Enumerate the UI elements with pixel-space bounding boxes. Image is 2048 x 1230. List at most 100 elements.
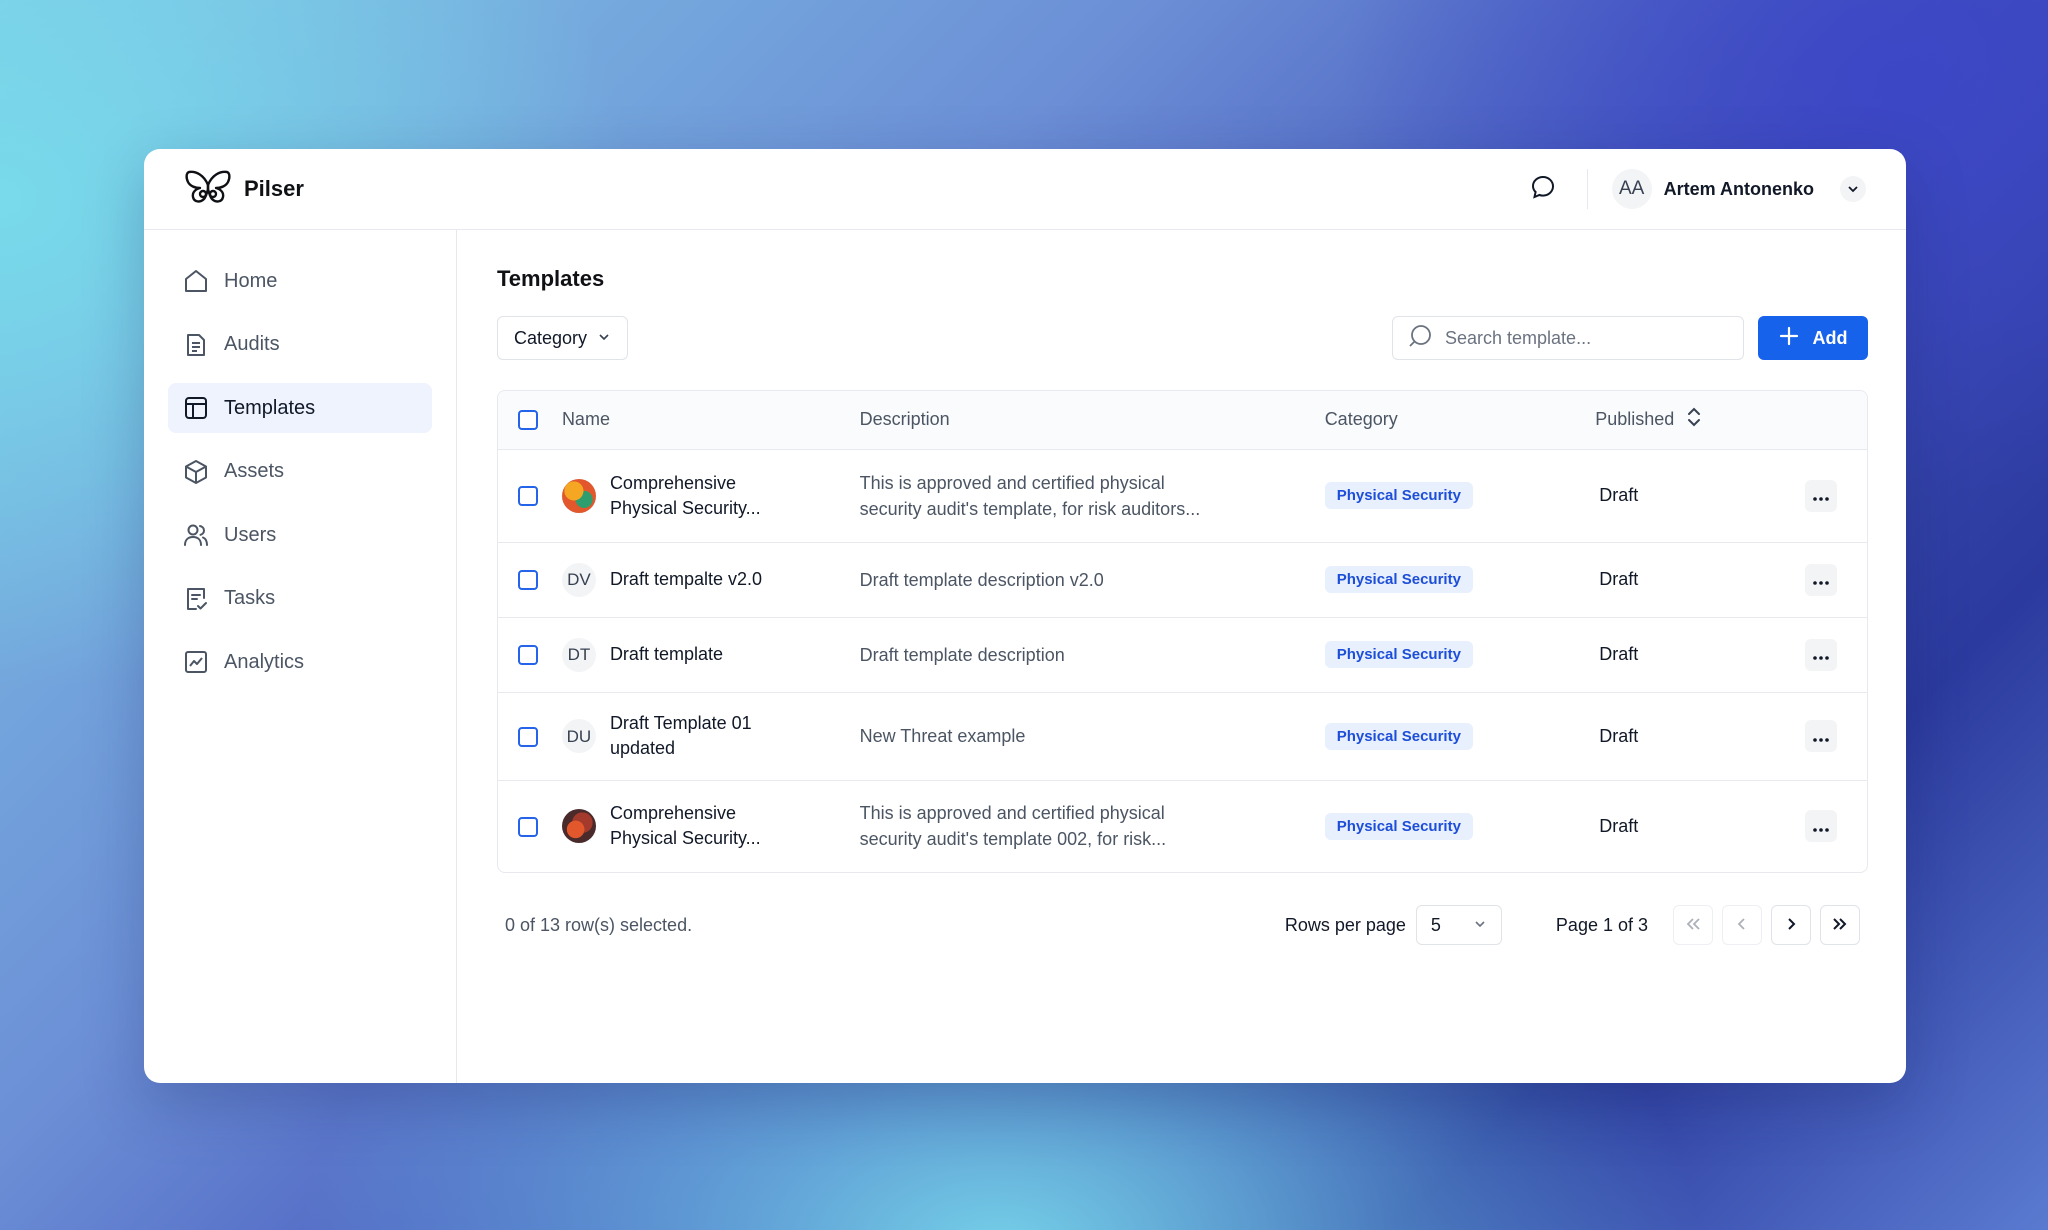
category-filter[interactable]: Category xyxy=(497,316,629,360)
rows-per-page-select[interactable]: 5 xyxy=(1415,905,1502,945)
table-row[interactable]: Comprehensive Physical Security... This … xyxy=(498,449,1867,543)
plus-icon xyxy=(1779,326,1799,351)
sidebar-item-users[interactable]: Users xyxy=(168,510,432,560)
table-row[interactable]: DT Draft template Draft template descrip… xyxy=(498,617,1867,693)
ellipsis-icon xyxy=(1813,485,1829,506)
select-all-checkbox[interactable] xyxy=(518,410,538,431)
add-template-button[interactable]: Add xyxy=(1758,316,1868,360)
published-status: Draft xyxy=(1595,542,1805,618)
chevron-down-icon xyxy=(1473,915,1487,936)
templates-table: Name Description Category Published Comp… xyxy=(497,390,1868,873)
add-button-label: Add xyxy=(1812,327,1848,348)
chevron-left-icon xyxy=(1735,915,1749,936)
divider xyxy=(1586,169,1588,209)
row-more-button[interactable] xyxy=(1805,563,1837,596)
rows-per-page-label: Rows per page xyxy=(1284,914,1406,935)
template-name: Comprehensive Physical Security... xyxy=(609,472,761,518)
table-row[interactable]: DU Draft Template 01 updated New Threat … xyxy=(498,692,1867,781)
chevrons-left-icon xyxy=(1684,915,1702,936)
brand[interactable]: Pilser xyxy=(184,169,304,210)
header-published: Published xyxy=(1595,409,1675,430)
user-avatar: AA xyxy=(1611,169,1652,209)
template-description: Draft template description xyxy=(859,617,1325,693)
template-avatar: DU xyxy=(561,719,596,753)
row-checkbox[interactable] xyxy=(518,645,538,666)
header-name: Name xyxy=(561,391,860,450)
template-thumbnail xyxy=(561,478,596,513)
chevron-down-icon xyxy=(597,328,611,349)
row-checkbox[interactable] xyxy=(518,726,538,747)
table-row[interactable]: DV Draft tempalte v2.0 Draft template de… xyxy=(498,542,1867,618)
sidebar-item-tasks[interactable]: Tasks xyxy=(168,574,432,624)
template-description: This is approved and certified physical … xyxy=(859,803,1167,850)
sidebar-item-analytics[interactable]: Analytics xyxy=(168,637,432,687)
user-name: Artem Antonenko xyxy=(1663,178,1814,199)
template-avatar: DT xyxy=(561,637,596,672)
selection-count: 0 of 13 row(s) selected. xyxy=(505,914,693,935)
app-window: Pilser AA Artem Antonenko Home Audits Te… xyxy=(144,149,1906,1083)
chat-bubble-icon xyxy=(1530,174,1556,205)
main-content: Templates Category Search template... Ad… xyxy=(457,230,1906,1083)
toolbar: Category Add xyxy=(497,316,1868,360)
published-status: Draft xyxy=(1599,815,1639,836)
chart-icon xyxy=(182,648,210,676)
sidebar-item-templates[interactable]: Templates xyxy=(168,383,432,433)
template-description: New Threat example xyxy=(859,692,1325,781)
first-page-button[interactable] xyxy=(1673,905,1713,945)
template-name: Draft template xyxy=(609,644,723,664)
sidebar-item-label: Home xyxy=(224,269,278,292)
published-status: Draft xyxy=(1595,449,1805,543)
sort-icon xyxy=(1686,406,1702,433)
chevron-down-icon xyxy=(1840,176,1866,202)
category-filter-label: Category xyxy=(514,327,588,348)
app-name: Pilser xyxy=(244,176,304,201)
cube-icon xyxy=(182,458,210,486)
row-checkbox[interactable] xyxy=(518,486,538,507)
sidebar: Home Audits Templates Assets Users Tasks… xyxy=(144,230,457,1083)
users-icon xyxy=(182,521,210,549)
sidebar-item-home[interactable]: Home xyxy=(168,256,432,306)
template-name: Comprehensive Physical Security... xyxy=(609,803,761,849)
user-menu[interactable]: AA Artem Antonenko xyxy=(1611,169,1866,209)
published-status: Draft xyxy=(1595,692,1805,781)
category-badge: Physical Security xyxy=(1324,641,1473,668)
chat-button[interactable] xyxy=(1523,169,1563,209)
template-description: This is approved and certified physical … xyxy=(859,449,1325,543)
sidebar-item-label: Users xyxy=(224,523,277,546)
chevrons-right-icon xyxy=(1831,915,1849,936)
sidebar-item-label: Audits xyxy=(224,333,280,355)
published-status: Draft xyxy=(1595,617,1805,693)
row-more-button[interactable] xyxy=(1805,810,1837,843)
butterfly-logo-icon xyxy=(184,169,232,210)
ellipsis-icon xyxy=(1813,816,1829,837)
row-checkbox[interactable] xyxy=(518,570,538,591)
row-checkbox[interactable] xyxy=(518,816,538,837)
layout-icon xyxy=(182,394,210,422)
sidebar-item-label: Templates xyxy=(224,396,316,419)
search-input[interactable] xyxy=(1445,327,1729,349)
search-box[interactable] xyxy=(1392,316,1744,360)
previous-page-button[interactable] xyxy=(1722,905,1762,945)
row-more-button[interactable] xyxy=(1805,720,1837,752)
last-page-button[interactable] xyxy=(1820,905,1860,945)
sidebar-item-audits[interactable]: Audits xyxy=(168,320,432,370)
sort-published-button[interactable]: Published xyxy=(1595,406,1702,433)
next-page-button[interactable] xyxy=(1771,905,1811,945)
sidebar-item-assets[interactable]: Assets xyxy=(168,447,432,497)
template-description: Draft template description v2.0 xyxy=(859,542,1325,618)
ellipsis-icon xyxy=(1813,644,1829,665)
row-more-button[interactable] xyxy=(1805,638,1837,671)
home-icon xyxy=(182,267,210,295)
template-avatar: DV xyxy=(561,562,596,597)
pagination-bar: 0 of 13 row(s) selected. Rows per page 5… xyxy=(497,903,1868,947)
category-badge: Physical Security xyxy=(1324,722,1473,750)
ellipsis-icon xyxy=(1813,569,1829,590)
sidebar-item-label: Assets xyxy=(224,460,285,482)
table-row[interactable]: Comprehensive Physical Security... This … xyxy=(498,780,1867,872)
document-icon xyxy=(182,331,210,359)
sidebar-item-label: Tasks xyxy=(224,587,276,609)
page-title: Templates xyxy=(497,266,605,291)
page-indicator: Page 1 of 3 xyxy=(1555,914,1648,935)
chevron-right-icon xyxy=(1784,915,1798,936)
row-more-button[interactable] xyxy=(1805,479,1837,512)
